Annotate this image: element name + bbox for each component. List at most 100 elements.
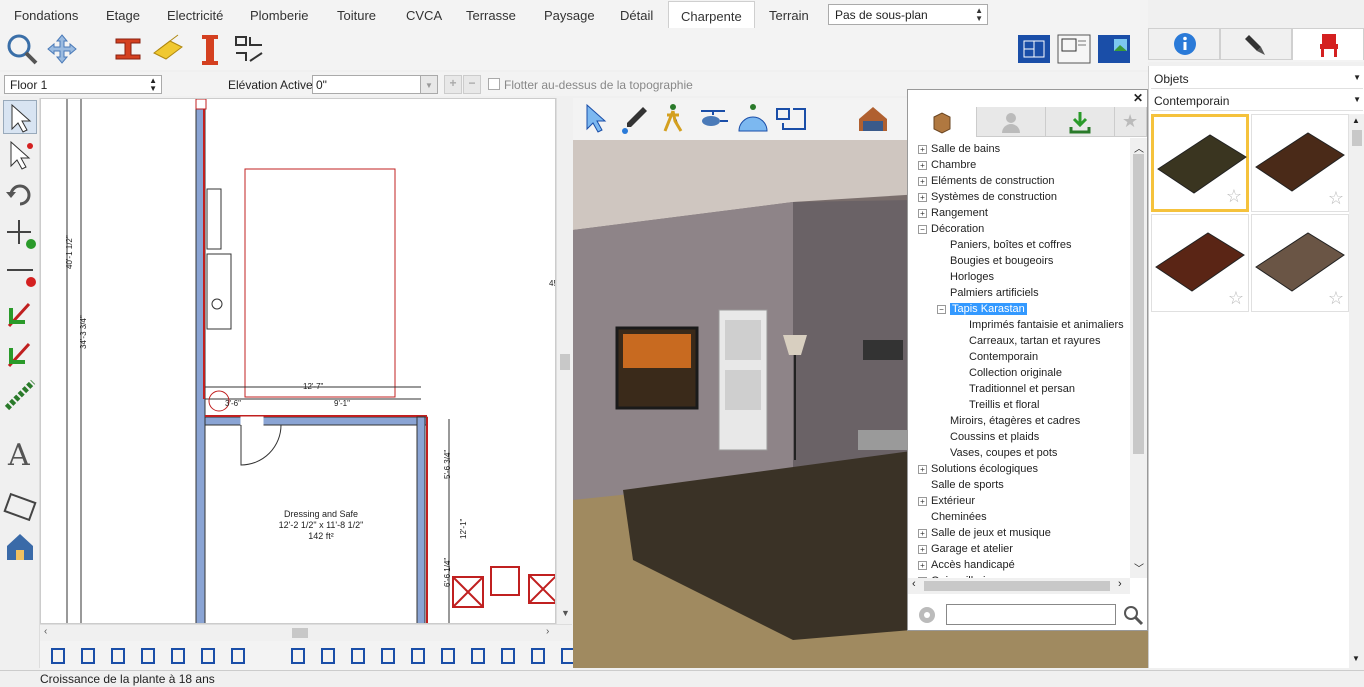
- house-icon[interactable]: [3, 530, 37, 564]
- scroll-thumb[interactable]: [560, 354, 570, 370]
- eyedropper-icon[interactable]: [617, 101, 653, 137]
- tree-item[interactable]: + Extérieur: [918, 493, 975, 509]
- zoom-icon[interactable]: [4, 31, 40, 67]
- text-icon[interactable]: A: [3, 436, 37, 473]
- gear-icon[interactable]: [916, 604, 938, 629]
- tab-library-download[interactable]: [1046, 107, 1115, 137]
- camera-icon[interactable]: [3, 490, 37, 524]
- pan-icon[interactable]: [44, 31, 80, 67]
- tree-item[interactable]: − Tapis Karastan: [937, 301, 1027, 317]
- tree-vertical-scrollbar[interactable]: ︿ ﹀: [1130, 138, 1147, 578]
- tree-item[interactable]: Salle de sports: [918, 477, 1004, 493]
- extend-icon[interactable]: [3, 338, 37, 372]
- tab-objects[interactable]: [1292, 28, 1364, 60]
- plan-view-icon[interactable]: [1016, 31, 1052, 67]
- search-icon[interactable]: [1122, 604, 1144, 629]
- tree-item[interactable]: Miroirs, étagères et cadres: [937, 413, 1080, 429]
- tab-etage[interactable]: Etage: [106, 6, 140, 25]
- beam-icon[interactable]: [110, 31, 146, 67]
- tab-style[interactable]: [1220, 28, 1292, 60]
- tree-item[interactable]: Imprimés fantaisie et animaliers: [956, 317, 1124, 333]
- tree-horizontal-scrollbar[interactable]: ‹ ›: [908, 578, 1130, 594]
- tree-item[interactable]: + Eléments de construction: [918, 173, 1055, 189]
- select-edit-icon[interactable]: [3, 138, 37, 172]
- tab-paysage[interactable]: Paysage: [544, 6, 595, 25]
- scroll-thumb[interactable]: [1133, 154, 1144, 454]
- tab-fondations[interactable]: Fondations: [14, 6, 78, 25]
- tab-library-user[interactable]: [977, 107, 1046, 137]
- tab-library-favorites[interactable]: ★: [1115, 107, 1147, 137]
- collapse-icon[interactable]: −: [937, 304, 946, 314]
- tab-library-objects[interactable]: [908, 107, 977, 137]
- floor-plan-view[interactable]: 40'-1 1/2" 34'-3 3/4" 12'-7" 9'-1" 3'-6"…: [40, 98, 556, 624]
- tree-item[interactable]: + Solutions écologiques: [918, 461, 1038, 477]
- chevron-down-icon[interactable]: ﹀: [1134, 560, 1144, 575]
- expand-icon[interactable]: +: [918, 144, 927, 154]
- star-icon[interactable]: ☆: [1228, 288, 1244, 309]
- add-point-icon[interactable]: [3, 216, 37, 250]
- tree-item[interactable]: Vases, coupes et pots: [937, 445, 1057, 461]
- thumbs-scrollbar[interactable]: ▲ ▼: [1349, 114, 1364, 668]
- tree-item[interactable]: Horloges: [937, 269, 994, 285]
- thumbnail-rug-2[interactable]: ☆: [1251, 114, 1349, 212]
- library-search-input[interactable]: [946, 604, 1116, 625]
- chain-icon[interactable]: [3, 378, 37, 412]
- subcategory-select[interactable]: Contemporain ▼: [1151, 90, 1363, 111]
- plan-vertical-scrollbar[interactable]: ▼: [556, 98, 572, 624]
- tree-item[interactable]: + Salle de jeux et musique: [918, 525, 1051, 541]
- tree-item[interactable]: Collection originale: [956, 365, 1062, 381]
- post-icon[interactable]: [192, 31, 228, 67]
- chevron-right-icon[interactable]: ›: [1118, 578, 1122, 590]
- chevron-up-icon[interactable]: ▲: [1352, 116, 1360, 125]
- floor-select[interactable]: Floor 1 ▲ ▼: [4, 75, 162, 94]
- float-checkbox[interactable]: [488, 78, 500, 90]
- scroll-thumb[interactable]: [1352, 130, 1362, 146]
- star-icon[interactable]: ☆: [1328, 188, 1344, 209]
- subplan-select[interactable]: Pas de sous-plan ▲ ▼: [828, 4, 988, 25]
- minus-button[interactable]: −: [463, 75, 481, 94]
- tree-item[interactable]: + Rangement: [918, 205, 988, 221]
- picture-view-icon[interactable]: [1096, 31, 1132, 67]
- select-arrow-icon[interactable]: [3, 100, 37, 134]
- expand-icon[interactable]: +: [918, 544, 927, 554]
- expand-icon[interactable]: +: [918, 208, 927, 218]
- tree-item[interactable]: Cheminées: [918, 509, 987, 525]
- tab-terrain[interactable]: Terrain: [769, 6, 809, 25]
- walkthrough-icon[interactable]: [655, 101, 691, 137]
- elevation-dropdown[interactable]: ▼: [420, 75, 438, 94]
- tab-electricite[interactable]: Electricité: [167, 6, 223, 25]
- chevron-right-icon[interactable]: ›: [546, 626, 549, 637]
- tab-terrasse[interactable]: Terrasse: [466, 6, 516, 25]
- house-3d-icon[interactable]: [855, 101, 891, 137]
- tree-item[interactable]: + Chambre: [918, 157, 976, 173]
- chevron-left-icon[interactable]: ‹: [44, 626, 47, 637]
- helicopter-icon[interactable]: [695, 101, 731, 137]
- framing-icon[interactable]: [232, 31, 268, 67]
- chevron-up-icon[interactable]: ︿: [1134, 140, 1144, 155]
- tab-cvca[interactable]: CVCA: [406, 6, 442, 25]
- tree-item[interactable]: − Décoration: [918, 221, 984, 237]
- thumbnail-rug-3[interactable]: ☆: [1151, 214, 1249, 312]
- tree-item[interactable]: + Garage et atelier: [918, 541, 1013, 557]
- expand-icon[interactable]: +: [918, 464, 927, 474]
- tree-item[interactable]: Traditionnel et persan: [956, 381, 1075, 397]
- expand-icon[interactable]: +: [918, 176, 927, 186]
- tab-plomberie[interactable]: Plomberie: [250, 6, 309, 25]
- expand-icon[interactable]: +: [918, 528, 927, 538]
- thumbnail-rug-1[interactable]: ☆: [1151, 114, 1249, 212]
- tree-item[interactable]: + Salle de bains: [918, 141, 1000, 157]
- layout-icon[interactable]: [1056, 31, 1092, 67]
- join-icon[interactable]: [3, 298, 37, 332]
- star-icon[interactable]: ☆: [1226, 186, 1242, 207]
- tree-item[interactable]: + Accès handicapé: [918, 557, 1015, 573]
- star-icon[interactable]: ☆: [1328, 288, 1344, 309]
- break-line-icon[interactable]: [3, 254, 37, 288]
- tree-item[interactable]: Paniers, boîtes et coffres: [937, 237, 1071, 253]
- select-arrow-icon[interactable]: [579, 101, 615, 137]
- tree-item[interactable]: + Systèmes de construction: [918, 189, 1057, 205]
- chevron-down-icon[interactable]: ▼: [1352, 654, 1360, 663]
- tree-item[interactable]: Palmiers artificiels: [937, 285, 1039, 301]
- scroll-thumb[interactable]: [924, 581, 1110, 591]
- joists-icon[interactable]: [150, 31, 186, 67]
- plus-button[interactable]: +: [444, 75, 462, 94]
